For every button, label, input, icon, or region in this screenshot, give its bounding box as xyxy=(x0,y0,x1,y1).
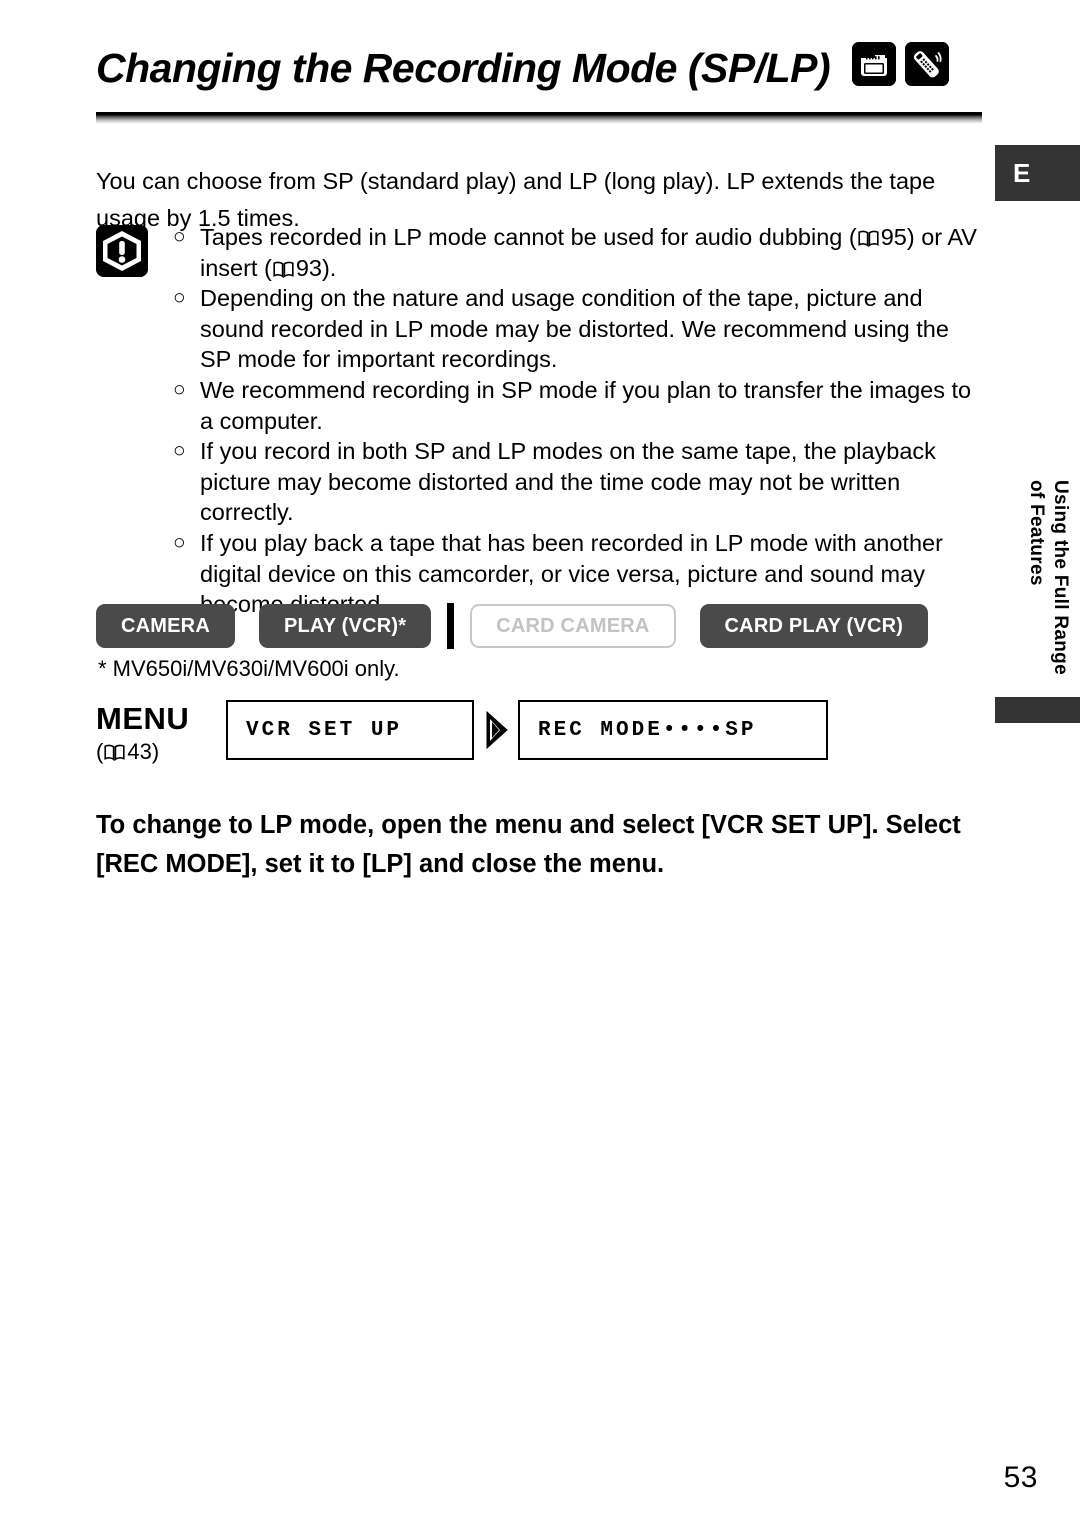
mode-group-separator xyxy=(447,603,455,649)
language-tab: E xyxy=(995,145,1080,201)
warning-block: ○ Tapes recorded in LP mode cannot be use… xyxy=(96,222,986,620)
page-number: 53 xyxy=(1003,1461,1038,1494)
tape-camcorder-icon xyxy=(851,42,896,86)
menu-flow-arrow-icon xyxy=(474,700,518,760)
chapter-side-title-line1: Using the Full Range xyxy=(1050,480,1071,675)
chapter-side-title: Using the Full Range of Features xyxy=(1002,480,1072,730)
title-icon-group xyxy=(847,42,950,86)
warning-text-4: If you record in both SP and LP modes on… xyxy=(200,438,936,526)
mode-badge-row: CAMERA PLAY (VCR)* CARD CAMERA CARD PLAY… xyxy=(96,603,929,649)
mode-badge-card-camera[interactable]: CARD CAMERA xyxy=(470,604,676,648)
mode-footnote: * MV650i/MV630i/MV600i only. xyxy=(98,656,400,681)
bullet-circle-icon: ○ xyxy=(173,530,186,554)
chapter-side-title-line2: of Features xyxy=(1026,480,1047,586)
page-ref-93-number: 93 xyxy=(295,254,322,281)
list-item: ○ If you record in both SP and LP modes o… xyxy=(173,436,986,528)
menu-step-vcr-set-up[interactable]: VCR SET UP xyxy=(226,700,474,760)
menu-page-ref: (43) xyxy=(96,737,226,767)
paren-open: ( xyxy=(96,739,104,764)
mode-badge-play-vcr[interactable]: PLAY (VCR)* xyxy=(258,604,432,648)
paren-close: ) xyxy=(151,739,160,764)
title-divider xyxy=(96,112,982,124)
book-icon xyxy=(104,739,125,762)
bullet-circle-icon: ○ xyxy=(173,439,186,463)
page-ref-93: 93 xyxy=(272,255,322,281)
bullet-circle-icon: ○ xyxy=(173,286,186,310)
page-title: Changing the Recording Mode (SP/LP) xyxy=(96,44,831,91)
bullet-circle-icon: ○ xyxy=(173,377,186,401)
warning-list: ○ Tapes recorded in LP mode cannot be use… xyxy=(173,222,986,620)
warning-text-3: We recommend recording in SP mode if you… xyxy=(200,376,972,434)
book-icon xyxy=(273,255,294,278)
menu-ref-number: 43 xyxy=(127,739,152,764)
list-item: ○ Tapes recorded in LP mode cannot be use… xyxy=(173,222,986,283)
page-ref-95: 95 xyxy=(857,224,907,250)
warning-text-2: Depending on the nature and usage condit… xyxy=(200,285,949,373)
menu-label-block: MENU (43) xyxy=(96,700,226,767)
bullet-circle-icon: ○ xyxy=(173,225,186,248)
remote-control-icon xyxy=(905,42,950,86)
menu-word: MENU xyxy=(96,701,190,736)
menu-step-rec-mode[interactable]: REC MODE••••SP xyxy=(518,700,828,760)
mode-badge-card-play-vcr[interactable]: CARD PLAY (VCR) xyxy=(699,604,929,648)
warning-text-1a: Tapes recorded in LP mode cannot be used… xyxy=(200,224,857,250)
mode-badge-camera[interactable]: CAMERA xyxy=(96,604,235,648)
list-item: ○ We recommend recording in SP mode if yo… xyxy=(173,375,986,436)
page-ref-95-number: 95 xyxy=(880,224,907,250)
book-icon xyxy=(858,224,879,248)
menu-flow: MENU (43) VCR SET UP REC MODE••••SP xyxy=(96,700,828,767)
warning-exclamation-icon xyxy=(96,225,148,277)
list-item: ○ Depending on the nature and usage condi… xyxy=(173,283,986,375)
instruction-paragraph: To change to LP mode, open the menu and … xyxy=(96,810,961,878)
warning-text-1c: ). xyxy=(321,254,337,281)
